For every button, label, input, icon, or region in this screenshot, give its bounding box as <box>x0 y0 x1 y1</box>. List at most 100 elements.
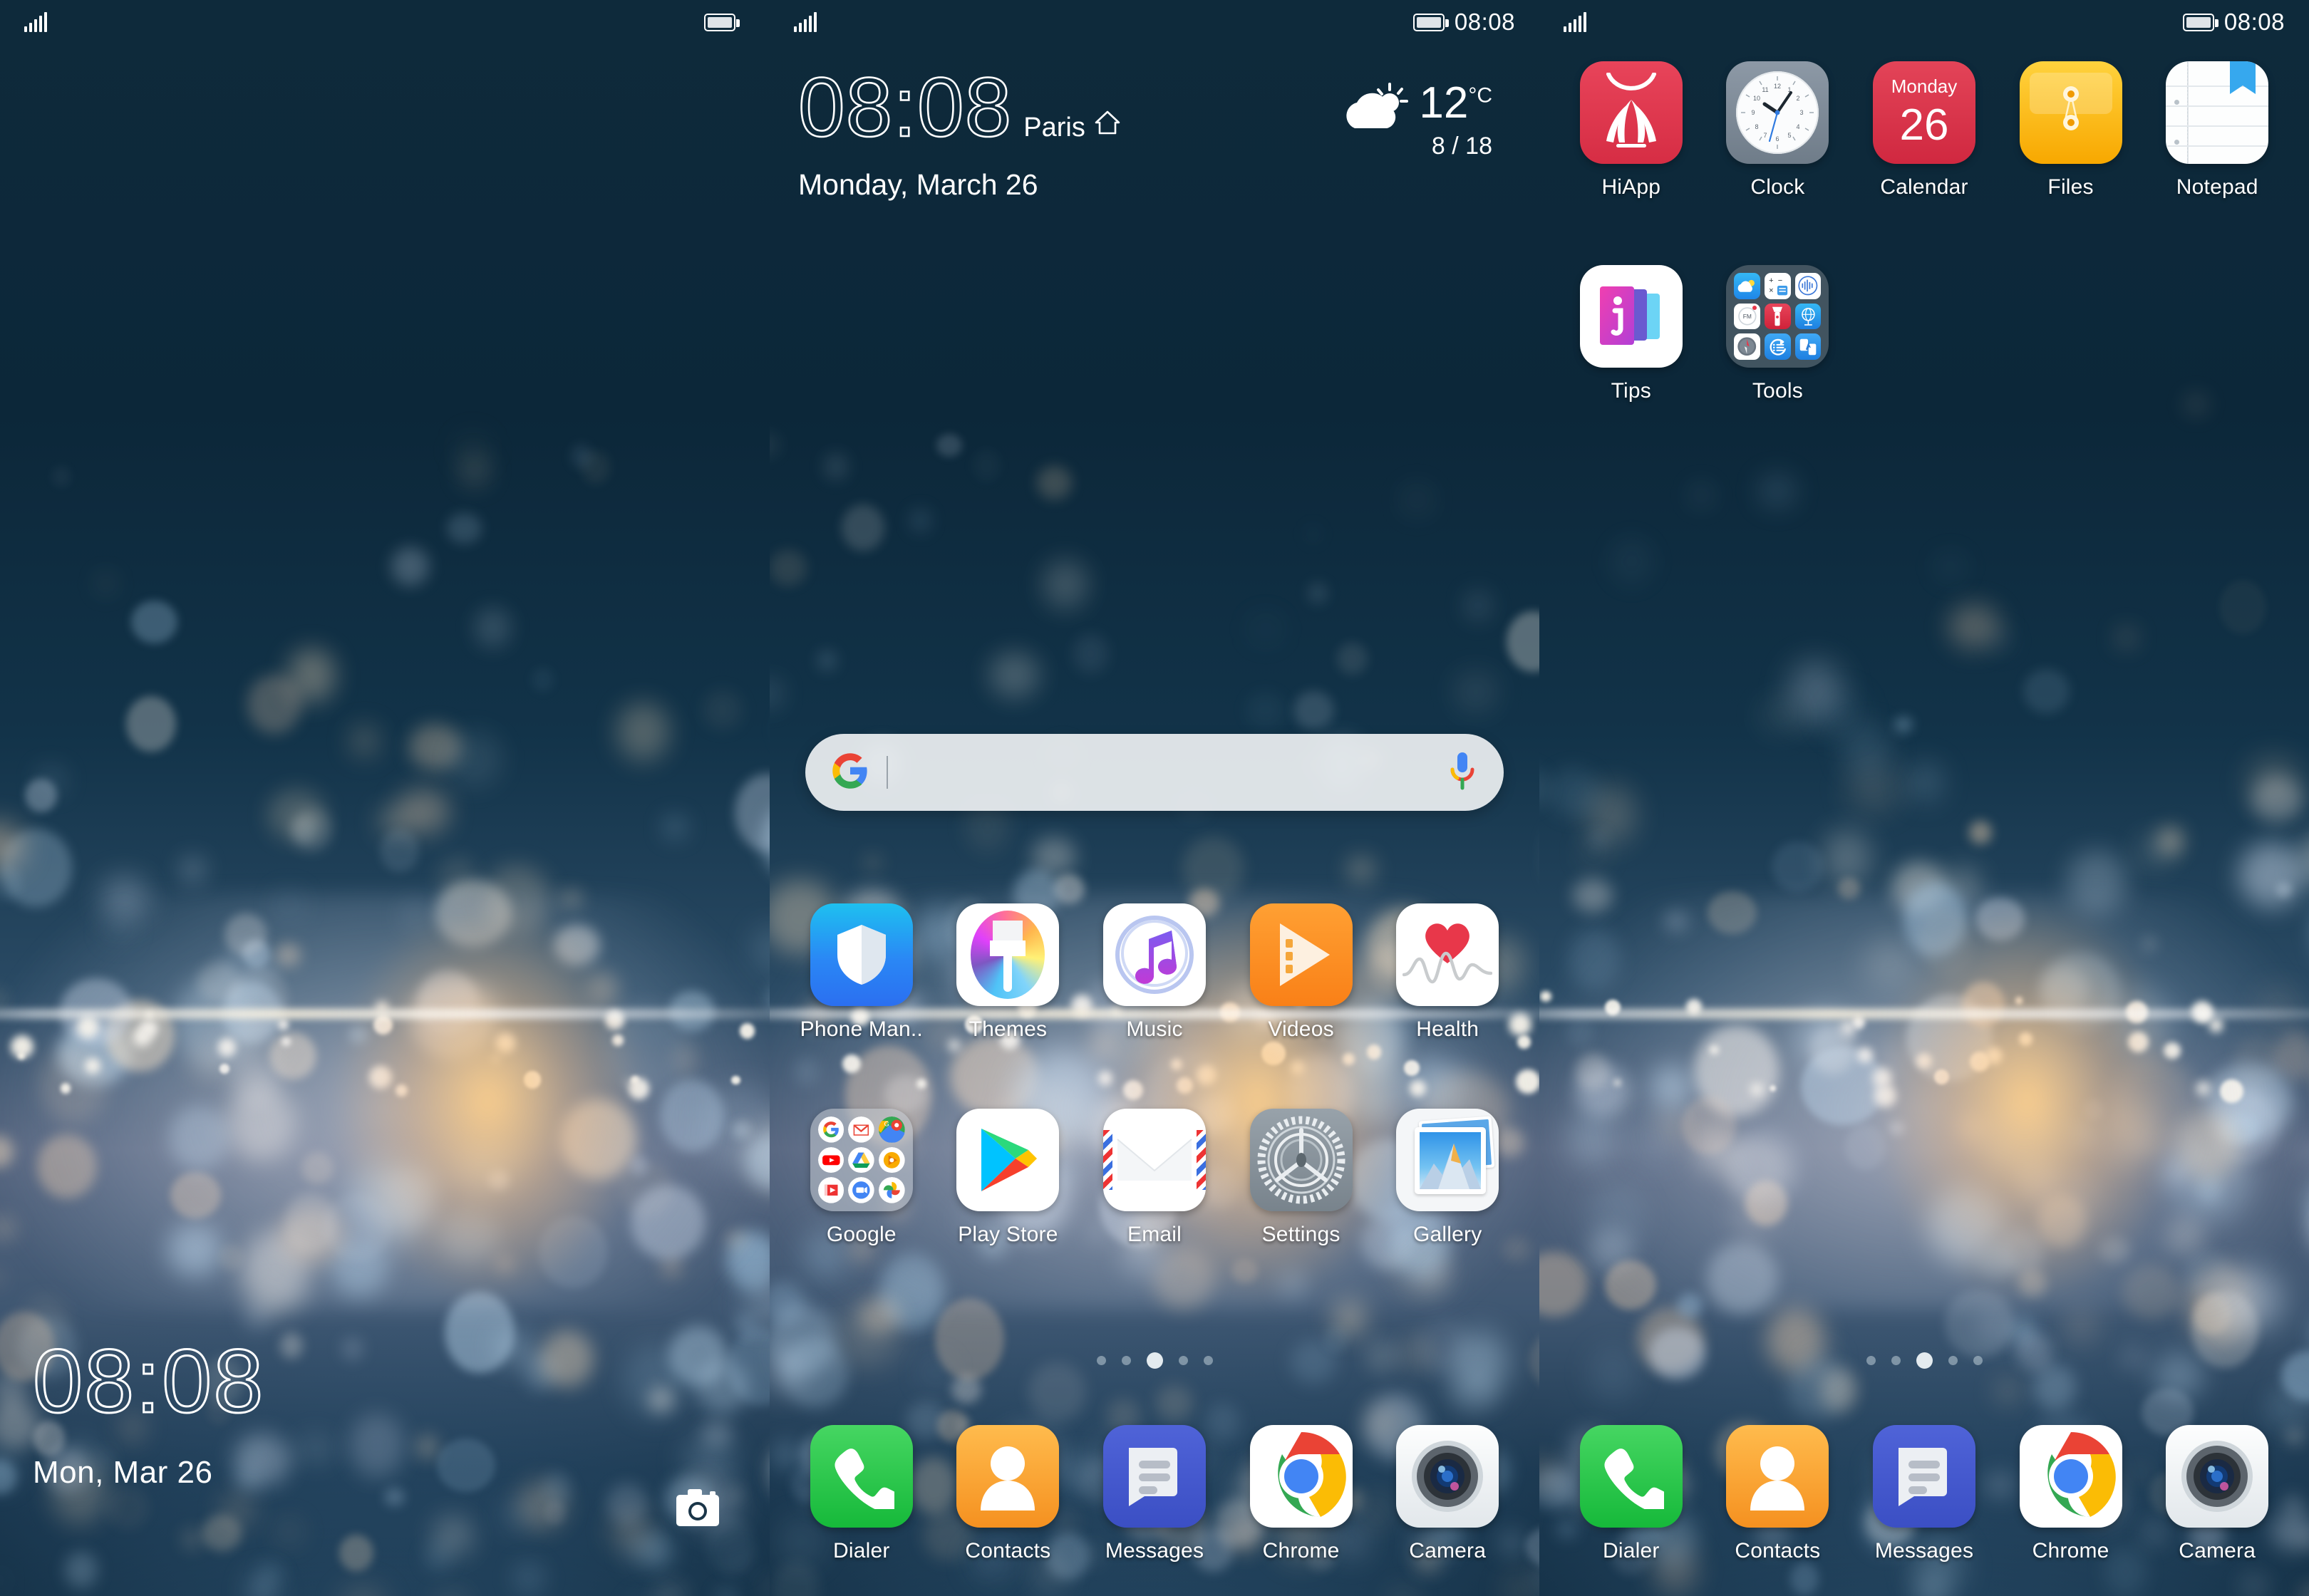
app-email[interactable]: Email <box>1081 1109 1228 1247</box>
app-label: Phone Man.. <box>800 1017 923 1041</box>
app-settings[interactable]: Settings <box>1228 1109 1375 1247</box>
app-folder-google[interactable]: G Google <box>788 1109 935 1247</box>
camera-app-icon <box>2166 1425 2269 1528</box>
clock-weather-widget[interactable]: 08:08 Paris Monday, March 26 12°C 8 / 18 <box>770 65 1539 202</box>
home-icon <box>1094 109 1121 140</box>
page-dot[interactable] <box>1866 1356 1876 1365</box>
videos-icon <box>1249 903 1353 1006</box>
dock-item-camera[interactable]: Camera <box>1374 1425 1521 1563</box>
microphone-icon[interactable] <box>1447 751 1478 794</box>
calendar-weekday: Monday <box>1891 75 1958 97</box>
svg-text:4: 4 <box>1797 123 1800 130</box>
app-label: Messages <box>1874 1539 1974 1563</box>
page-dot[interactable] <box>1891 1356 1901 1365</box>
page-dot[interactable] <box>1973 1356 1983 1365</box>
status-bar-lock <box>0 0 770 44</box>
dock-item-messages[interactable]: Messages <box>1081 1425 1228 1563</box>
app-folder-tools[interactable]: + − × FM Tools <box>1705 265 1851 403</box>
dock-item-chrome[interactable]: Chrome <box>1998 1425 2144 1563</box>
themes-icon <box>956 903 1060 1006</box>
lock-screen-time: 08:08 <box>31 1331 265 1431</box>
dock-item-messages[interactable]: Messages <box>1851 1425 1998 1563</box>
app-label: Camera <box>2179 1539 2256 1563</box>
search-input[interactable] <box>888 758 1447 787</box>
dock-item-dialer[interactable]: Dialer <box>788 1425 935 1563</box>
dock-item-contacts[interactable]: Contacts <box>1705 1425 1851 1563</box>
svg-text:6: 6 <box>1776 135 1779 142</box>
dock-apps: Dialer Contacts Messages Chrome Camera <box>1539 1425 2309 1563</box>
page-dot[interactable] <box>1121 1356 1131 1365</box>
svg-text:12: 12 <box>1774 83 1781 90</box>
home-app-row-2: G Google Play Store Email Settings Galle… <box>770 1109 1539 1247</box>
hiapp-icon <box>1579 61 1683 164</box>
google-search-bar[interactable] <box>805 734 1504 811</box>
page-dot[interactable] <box>1203 1356 1213 1365</box>
partly-cloudy-icon <box>1345 81 1413 142</box>
status-bar-clock: 08:08 <box>1454 9 1515 35</box>
app-label: Dialer <box>833 1539 890 1563</box>
app-videos[interactable]: Videos <box>1228 903 1375 1042</box>
app-music[interactable]: Music <box>1081 903 1228 1042</box>
page-dot[interactable] <box>1948 1356 1958 1365</box>
dock-item-camera[interactable]: Camera <box>2144 1425 2290 1563</box>
app-gallery[interactable]: Gallery <box>1374 1109 1521 1247</box>
app-label: Play Store <box>958 1223 1058 1246</box>
app-label: Dialer <box>1603 1539 1660 1563</box>
app-label: Themes <box>968 1017 1048 1041</box>
status-bar-apps: 08:08 <box>1539 0 2309 44</box>
camera-icon[interactable] <box>676 1488 720 1530</box>
app-calendar[interactable]: Monday 26 Calendar <box>1851 61 1998 200</box>
app-phone-manager[interactable]: Phone Man.. <box>788 903 935 1042</box>
app-label: Google <box>826 1223 897 1246</box>
messages-icon <box>1102 1425 1206 1528</box>
app-play-store[interactable]: Play Store <box>935 1109 1082 1247</box>
svg-text:8: 8 <box>1755 123 1759 130</box>
app-files[interactable]: Files <box>1998 61 2144 200</box>
app-tips[interactable]: Tips <box>1558 265 1705 403</box>
status-bar-clock: 08:08 <box>2223 9 2285 35</box>
calculator-icon: + − × <box>1765 273 1791 299</box>
page-dot[interactable] <box>1146 1352 1163 1369</box>
page-dot[interactable] <box>1916 1352 1933 1369</box>
dock-home: Dialer Contacts Messages Chrome Camera <box>770 1425 1539 1563</box>
weather-icon <box>1734 273 1761 299</box>
music-icon <box>1102 903 1206 1006</box>
page-indicator-apps[interactable] <box>1539 1352 2309 1369</box>
panel-apps-screen: 08:08 HiApp 12 1 2 3 4 5 6 7 8 9 10 11 C… <box>1539 0 2309 1596</box>
panel-lock-screen: 08:08 Mon, Mar 26 <box>0 0 770 1596</box>
status-bar-home: 08:08 <box>770 0 1539 44</box>
app-label: Files <box>2047 175 2094 199</box>
app-notepad[interactable]: Notepad <box>2144 61 2290 200</box>
settings-icon <box>1249 1109 1353 1211</box>
gallery-icon <box>1396 1109 1499 1211</box>
app-label: Camera <box>1409 1539 1487 1563</box>
compass-icon <box>1734 333 1761 360</box>
app-label: Clock <box>1750 175 1805 199</box>
app-clock[interactable]: 12 1 2 345 678 9 10 11 Clock <box>1705 61 1851 200</box>
app-label: Contacts <box>965 1539 1051 1563</box>
contacts-icon <box>956 1425 1060 1528</box>
dialer-icon <box>1579 1425 1683 1528</box>
app-label: Chrome <box>2032 1539 2109 1563</box>
dock-item-dialer[interactable]: Dialer <box>1558 1425 1705 1563</box>
page-dot[interactable] <box>1096 1356 1106 1365</box>
app-themes[interactable]: Themes <box>935 903 1082 1042</box>
app-label: Contacts <box>1735 1539 1821 1563</box>
google-g-icon <box>831 752 869 794</box>
app-label: Notepad <box>2176 175 2258 199</box>
weather-range: 8 / 18 <box>1431 133 1492 160</box>
page-indicator-home[interactable] <box>770 1352 1539 1369</box>
dock-item-contacts[interactable]: Contacts <box>935 1425 1082 1563</box>
app-hiapp[interactable]: HiApp <box>1558 61 1705 200</box>
signal-bars-icon <box>24 12 47 32</box>
app-health[interactable]: Health <box>1374 903 1521 1042</box>
chrome-icon <box>1249 1425 1353 1528</box>
maps-icon: G <box>879 1116 905 1143</box>
gmail-icon <box>848 1116 875 1143</box>
page-dot[interactable] <box>1178 1356 1188 1365</box>
weather-widget[interactable]: 12°C 8 / 18 <box>1345 81 1492 160</box>
dock-item-chrome[interactable]: Chrome <box>1228 1425 1375 1563</box>
camera-app-icon <box>1396 1425 1499 1528</box>
widget-date: Monday, March 26 <box>798 168 1038 201</box>
svg-text:+: + <box>1769 276 1773 285</box>
